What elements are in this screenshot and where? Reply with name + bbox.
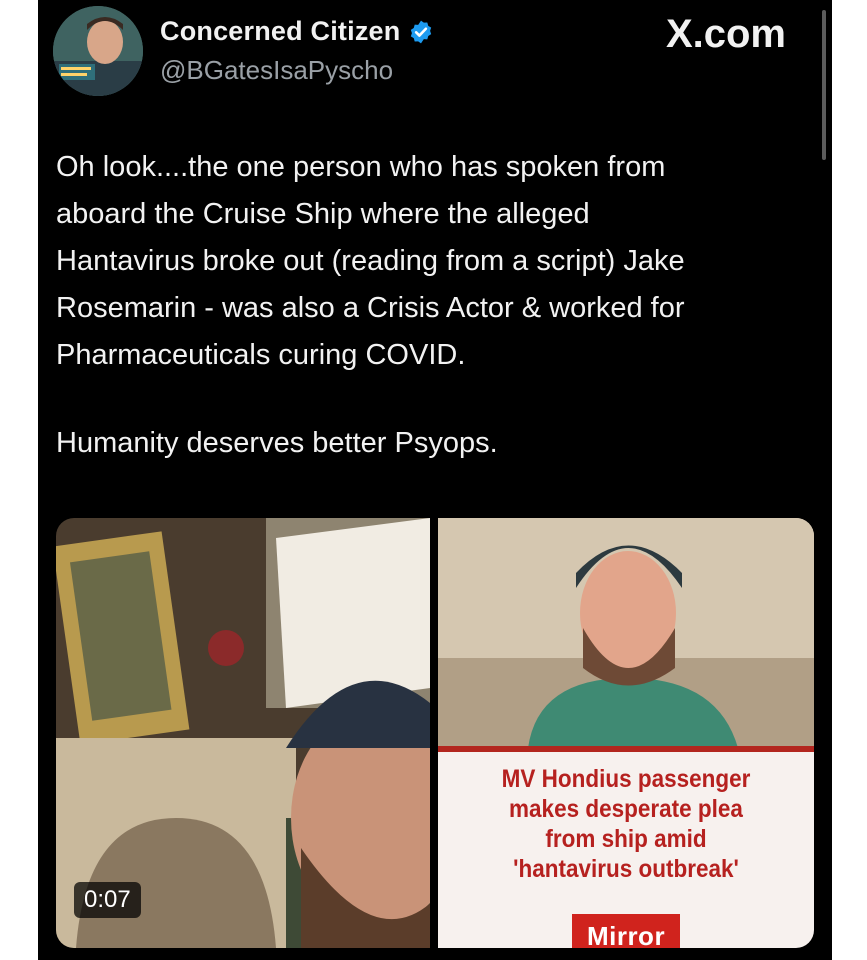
tweet-text: Oh look....the one person who has spoken… [56,144,816,379]
tweet-line: Oh look....the one person who has spoken… [56,151,666,183]
verified-badge-icon [411,20,432,43]
headline-line: makes desperate plea [509,795,743,823]
headline-line: 'hantavirus outbreak' [513,855,739,883]
avatar-image [53,6,143,96]
avatar[interactable] [53,6,143,96]
author-row: Concerned Citizen [160,16,434,47]
tweet-line: aboard the Cruise Ship where the alleged [56,198,590,230]
video-duration-badge: 0:07 [74,882,141,918]
tweet-paragraph-2: Humanity deserves better Psyops. [56,427,498,459]
video-thumbnail[interactable]: 0:07 [56,518,430,948]
user-handle[interactable]: @BGatesIsaPyscho [160,55,393,86]
mirror-logo: Mirror [572,914,680,948]
tweet-line: Pharmaceuticals curing COVID. [56,339,466,371]
post-card: Concerned Citizen @BGatesIsaPyscho X.com… [38,0,832,960]
display-name[interactable]: Concerned Citizen [160,16,400,47]
headline-line: from ship amid [545,825,707,853]
scrollbar[interactable] [822,10,826,160]
site-label: X.com [665,12,786,56]
divider [438,746,814,752]
headline-line: MV Hondius passenger [501,765,751,793]
news-thumbnail[interactable]: MV Hondius passenger makes desperate ple… [438,518,814,948]
news-headline: MV Hondius passenger makes desperate ple… [457,764,795,884]
media-grid: 0:07 MV Hondius passenger makes desperat… [56,518,814,948]
tweet-line: Rosemarin - was also a Crisis Actor & wo… [56,292,685,324]
news-photo-image [438,518,814,748]
tweet-line: Hantavirus broke out (reading from a scr… [56,245,685,277]
